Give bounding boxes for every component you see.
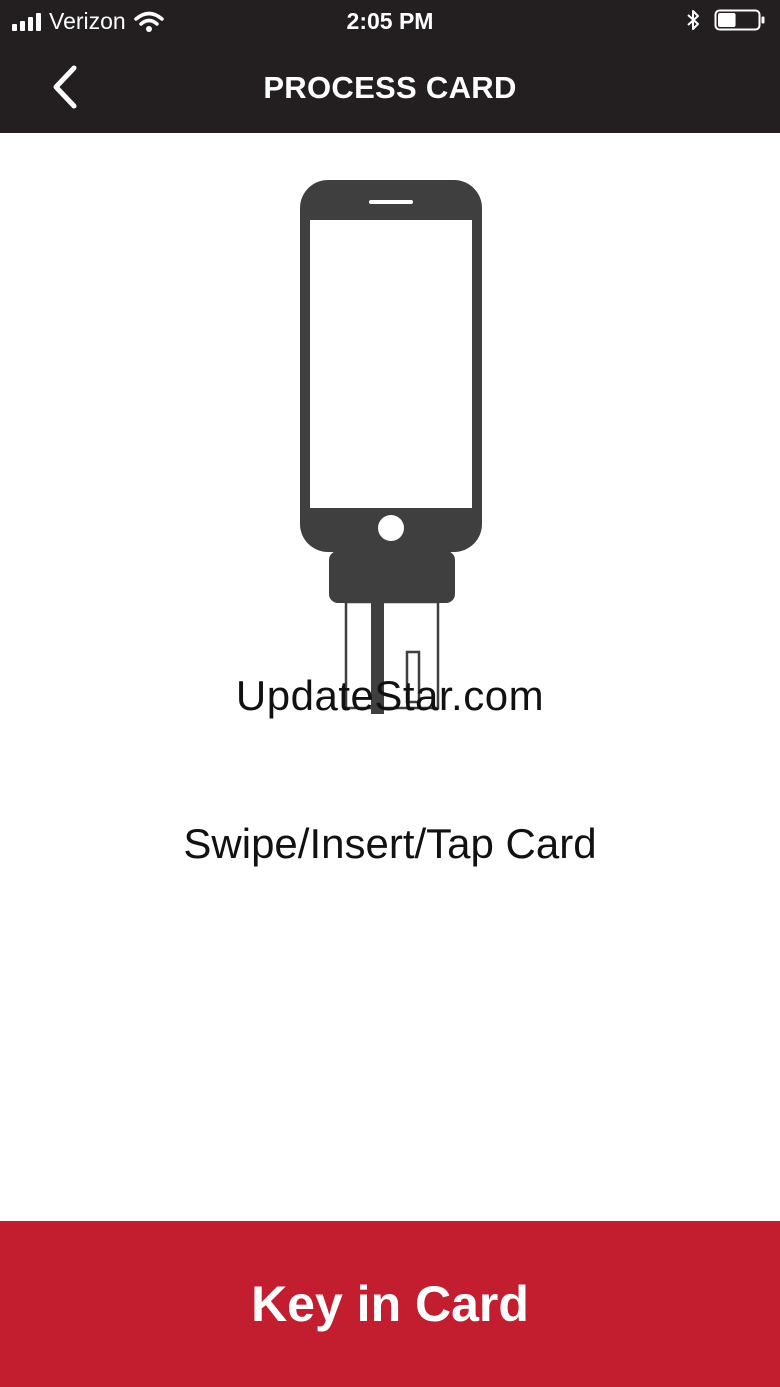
status-bar: Verizon 2:05 PM (0, 0, 780, 44)
phone-with-card-reader-icon (300, 180, 482, 714)
header-bar: Verizon 2:05 PM PROCESS CARD (0, 0, 780, 133)
navigation-bar: PROCESS CARD (0, 44, 780, 133)
page-title: PROCESS CARD (263, 70, 517, 105)
instruction-text: Swipe/Insert/Tap Card (183, 820, 597, 867)
key-in-card-button[interactable]: Key in Card (0, 1221, 780, 1387)
watermark-text: UpdateStar.com (235, 672, 545, 719)
bluetooth-icon (687, 10, 699, 30)
battery-icon (714, 9, 765, 31)
clock: 2:05 PM (346, 8, 434, 34)
